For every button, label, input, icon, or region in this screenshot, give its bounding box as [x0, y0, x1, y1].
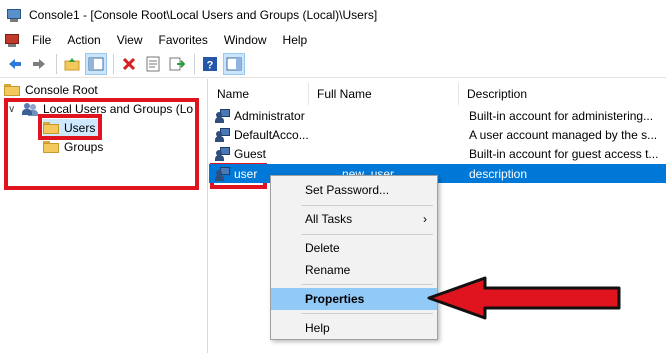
cell-description: Built-in account for administering... — [469, 108, 654, 123]
menu-favorites[interactable]: Favorites — [151, 30, 216, 50]
context-menu: Set Password... All Tasks › Delete Renam… — [270, 175, 438, 340]
menu-separator — [301, 313, 433, 314]
cell-description: A user account managed by the s... — [469, 127, 658, 142]
toolbar: ? — [0, 50, 666, 78]
cell-description: description — [469, 166, 528, 181]
toolbar-separator — [56, 53, 57, 74]
forward-icon[interactable] — [28, 53, 50, 75]
menu-item-rename[interactable]: Rename — [271, 259, 437, 281]
menu-item-properties[interactable]: Properties — [271, 288, 437, 310]
table-row[interactable]: Administrator Built-in account for admin… — [209, 106, 666, 125]
column-header-name[interactable]: Name — [209, 83, 309, 105]
table-row[interactable]: DefaultAcco... A user account managed by… — [209, 125, 666, 144]
menu-view[interactable]: View — [109, 30, 151, 50]
svg-text:?: ? — [207, 59, 214, 71]
menu-separator — [301, 234, 433, 235]
list-header: Name Full Name Description — [209, 83, 666, 105]
system-menu-icon[interactable] — [4, 32, 20, 48]
title-bar: Console1 - [Console Root\Local Users and… — [0, 0, 666, 30]
tree-item-console-root[interactable]: Console Root — [4, 81, 98, 99]
up-folder-icon[interactable] — [61, 53, 83, 75]
annotation-arrow — [427, 276, 621, 320]
properties-icon[interactable] — [142, 53, 164, 75]
menu-item-all-tasks[interactable]: All Tasks › — [271, 208, 437, 230]
delete-icon[interactable] — [118, 53, 140, 75]
annotation-box-users — [38, 114, 102, 140]
menu-window[interactable]: Window — [216, 30, 275, 50]
menu-item-set-password[interactable]: Set Password... — [271, 179, 437, 201]
menu-bar: File Action View Favorites Window Help — [0, 30, 666, 50]
menu-item-delete[interactable]: Delete — [271, 237, 437, 259]
menu-separator — [301, 205, 433, 206]
toolbar-separator — [113, 53, 114, 74]
menu-help[interactable]: Help — [275, 30, 316, 50]
window-title: Console1 - [Console Root\Local Users and… — [29, 8, 378, 22]
annotation-box-tree — [4, 98, 199, 190]
column-header-full-name[interactable]: Full Name — [309, 83, 459, 105]
cell-description: Built-in account for guest access t... — [469, 146, 659, 161]
user-account-icon — [215, 166, 231, 181]
column-header-description[interactable]: Description — [459, 83, 659, 105]
user-account-icon — [215, 127, 231, 142]
submenu-arrow-icon: › — [423, 212, 427, 226]
cell-name: Guest — [234, 146, 267, 161]
menu-item-help[interactable]: Help — [271, 317, 437, 339]
menu-file[interactable]: File — [24, 30, 59, 50]
back-icon[interactable] — [4, 53, 26, 75]
folder-icon — [4, 84, 20, 96]
mmc-app-icon[interactable] — [6, 7, 22, 23]
action-pane-icon[interactable] — [223, 52, 245, 75]
menu-item-label: All Tasks — [305, 212, 353, 226]
user-account-icon — [215, 108, 231, 123]
toolbar-separator — [194, 53, 195, 74]
cell-name: DefaultAcco... — [234, 127, 309, 142]
menu-separator — [301, 284, 433, 285]
cell-name: Administrator — [234, 108, 305, 123]
help-icon[interactable]: ? — [199, 53, 221, 75]
menu-action[interactable]: Action — [59, 30, 108, 50]
export-list-icon[interactable] — [166, 53, 188, 75]
show-hide-tree-icon[interactable] — [85, 52, 107, 75]
user-account-icon — [215, 146, 231, 161]
tree-label: Console Root — [25, 83, 98, 97]
table-row[interactable]: Guest Built-in account for guest access … — [209, 144, 666, 163]
